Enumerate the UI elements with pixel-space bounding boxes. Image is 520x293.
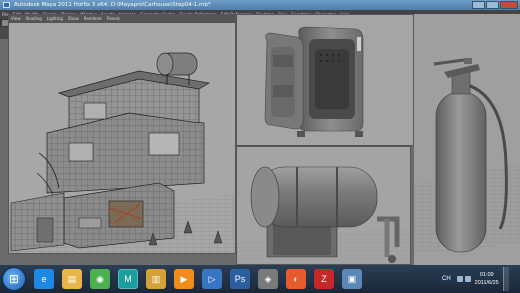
fridge-render xyxy=(237,15,413,145)
barrel-render xyxy=(237,147,410,264)
maya-window: Autodesk Maya 2011 Hotfix 3 x64: D:\Maya… xyxy=(0,0,520,265)
minimize-button[interactable] xyxy=(472,1,485,9)
clock-time: 01:09 xyxy=(479,272,494,278)
show-desktop-button[interactable] xyxy=(502,267,509,291)
viewport-menu-item[interactable]: Panels xyxy=(107,16,120,21)
clock[interactable]: 01:09 2011/6/25 xyxy=(475,271,499,287)
tray-icons xyxy=(456,276,471,282)
window-icon[interactable]: ▣ xyxy=(342,269,362,289)
viewport-menu: View Shading Lighting Show Renderer Panels xyxy=(9,15,235,23)
fridge-render-panel xyxy=(236,14,414,146)
language-indicator[interactable]: CH xyxy=(440,275,453,283)
title-bar[interactable]: Autodesk Maya 2011 Hotfix 3 x64: D:\Maya… xyxy=(0,0,520,10)
house-wireframe xyxy=(9,52,235,253)
explorer-icon[interactable]: ▤ xyxy=(62,269,82,289)
viewport-menu-item[interactable]: View xyxy=(11,16,21,21)
ps-icon[interactable]: Ps xyxy=(230,269,250,289)
tool-icon[interactable]: ◈ xyxy=(258,269,278,289)
maya-icon[interactable]: M xyxy=(118,269,138,289)
windows-start-icon[interactable]: ⊞ xyxy=(2,267,26,291)
viewport-menu-item[interactable]: Renderer xyxy=(84,16,102,21)
ie-icon[interactable]: e xyxy=(34,269,54,289)
house-viewport[interactable]: View Shading Lighting Show Renderer Panels xyxy=(8,14,236,254)
filezilla-icon[interactable]: Z xyxy=(314,269,334,289)
window-controls xyxy=(472,1,518,9)
media-icon[interactable]: ▶ xyxy=(174,269,194,289)
maya-app-icon xyxy=(3,2,10,8)
chrome-icon[interactable]: ◉ xyxy=(90,269,110,289)
player-icon[interactable]: ▷ xyxy=(202,269,222,289)
close-button[interactable] xyxy=(500,1,518,9)
barrel-render-panel xyxy=(236,146,411,265)
maximize-button[interactable] xyxy=(486,1,499,9)
system-tray: CH 01:09 2011/6/25 xyxy=(440,265,520,293)
viewport-menu-item[interactable]: Show xyxy=(68,16,79,21)
folder-icon[interactable]: ▥ xyxy=(146,269,166,289)
window-title: Autodesk Maya 2011 Hotfix 3 x64: D:\Maya… xyxy=(14,2,211,8)
extinguisher-render xyxy=(414,14,520,265)
clock-date: 2011/6/25 xyxy=(474,280,499,286)
desktop: Autodesk Maya 2011 Hotfix 3 x64: D:\Maya… xyxy=(0,0,520,293)
viewport-menu-item[interactable]: Lighting xyxy=(47,16,63,21)
viewport-menu-item[interactable]: Shading xyxy=(26,16,42,21)
extinguisher-render-panel xyxy=(414,14,520,265)
browser-icon[interactable]: ◐ xyxy=(286,269,306,289)
volume-icon[interactable] xyxy=(464,276,471,282)
network-icon[interactable] xyxy=(456,276,463,282)
